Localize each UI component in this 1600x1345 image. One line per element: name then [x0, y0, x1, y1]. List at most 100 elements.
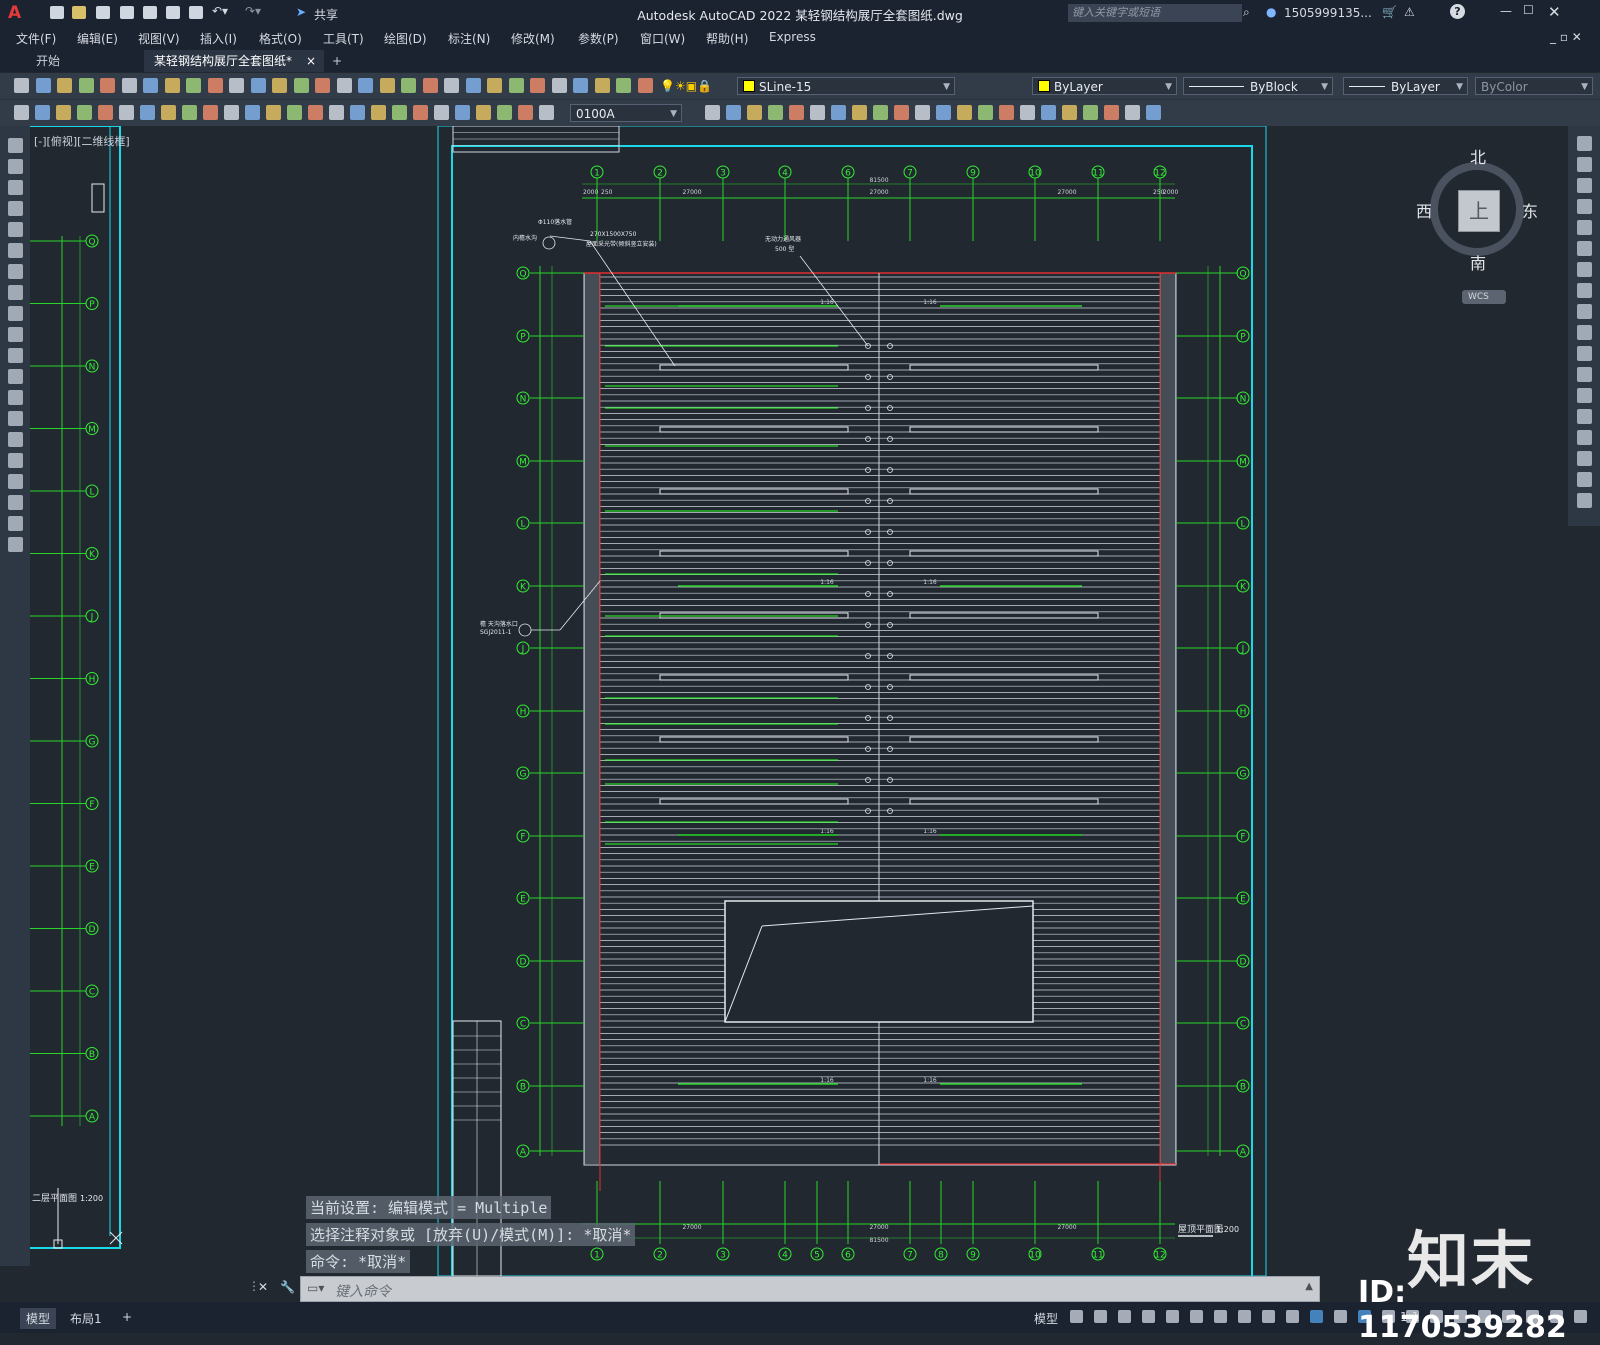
standard-tool-icon[interactable] — [573, 78, 588, 93]
modify-tool-icon[interactable] — [1577, 430, 1592, 445]
dimension-tool-icon[interactable] — [455, 105, 470, 120]
status-toggle-icon[interactable] — [1166, 1310, 1179, 1323]
menu-dimension[interactable]: 标注(N) — [448, 30, 490, 47]
close-icon[interactable]: ✕ — [1548, 3, 1561, 21]
menu-format[interactable]: 格式(O) — [259, 30, 302, 47]
modify-tool-icon[interactable] — [1577, 199, 1592, 214]
draw-tool-icon[interactable] — [8, 222, 23, 237]
status-toggle-icon[interactable] — [1094, 1310, 1107, 1323]
menu-modify[interactable]: 修改(M) — [511, 30, 555, 47]
draw-tool-icon[interactable] — [8, 369, 23, 384]
modify-tool-icon[interactable] — [747, 105, 762, 120]
standard-tool-icon[interactable] — [401, 78, 416, 93]
modify-tool-icon[interactable] — [999, 105, 1014, 120]
standard-tool-icon[interactable] — [336, 78, 352, 93]
modify-tool-icon[interactable] — [1577, 304, 1592, 319]
command-close-icon[interactable]: ✕ — [258, 1280, 268, 1294]
modify-tool-icon[interactable] — [1577, 220, 1592, 235]
tab-layout1[interactable]: 布局1 — [64, 1308, 108, 1329]
modify-tool-icon[interactable] — [1146, 105, 1161, 120]
dimension-tool-icon[interactable] — [35, 105, 50, 120]
modify-tool-icon[interactable] — [705, 105, 720, 120]
menu-parametric[interactable]: 参数(P) — [578, 30, 619, 47]
linetype-dropdown[interactable]: ByBlock ▼ — [1183, 77, 1333, 95]
standard-tool-icon[interactable] — [100, 78, 115, 93]
standard-tool-icon[interactable] — [358, 78, 373, 93]
new-tab-button[interactable]: + — [322, 50, 352, 72]
standard-tool-icon[interactable] — [487, 78, 502, 93]
menu-file[interactable]: 文件(F) — [16, 30, 56, 47]
command-customize-icon[interactable]: 🔧 — [280, 1280, 295, 1294]
draw-tool-icon[interactable] — [8, 516, 23, 531]
cad-drawing[interactable]: 1:16 1:161:16 1:161:16 1:161:16 1:161 2 3 4 6 7 9 1… — [30, 126, 1568, 1276]
draw-tool-icon[interactable] — [8, 327, 23, 342]
draw-tool-icon[interactable] — [8, 138, 23, 153]
status-toggle-icon[interactable] — [1142, 1310, 1155, 1323]
dimension-tool-icon[interactable] — [266, 105, 281, 120]
modify-tool-icon[interactable] — [1577, 157, 1592, 172]
modify-tool-icon[interactable] — [1577, 367, 1592, 382]
modify-tool-icon[interactable] — [1577, 178, 1592, 193]
modify-tool-icon[interactable] — [1577, 346, 1592, 361]
modify-tool-icon[interactable] — [1577, 241, 1592, 256]
dimension-tool-icon[interactable] — [350, 105, 365, 120]
modify-tool-icon[interactable] — [1577, 451, 1592, 466]
draw-tool-icon[interactable] — [8, 264, 23, 279]
modify-tool-icon[interactable] — [768, 105, 783, 120]
viewcube[interactable]: 上 北 南 东 西 WCS — [1416, 148, 1538, 304]
plotstyle-dropdown[interactable]: ByColor ▼ — [1475, 77, 1593, 95]
dimension-tool-icon[interactable] — [287, 105, 302, 120]
tab-close-icon[interactable]: × — [306, 50, 316, 72]
help-button[interactable]: ? — [1450, 4, 1465, 19]
standard-tool-icon[interactable] — [594, 78, 610, 93]
draw-tool-icon[interactable] — [8, 411, 23, 426]
standard-tool-icon[interactable] — [616, 78, 631, 93]
modify-tool-icon[interactable] — [1577, 493, 1592, 508]
status-toggle-icon[interactable] — [1310, 1310, 1323, 1323]
command-history-arrow-icon[interactable]: ▲ — [1305, 1281, 1313, 1292]
command-input[interactable]: ▭▾ 键入命令 ▲ — [300, 1276, 1320, 1302]
modify-tool-icon[interactable] — [957, 105, 972, 120]
dimension-tool-icon[interactable] — [371, 105, 386, 120]
modify-tool-icon[interactable] — [1104, 105, 1119, 120]
draw-tool-icon[interactable] — [8, 201, 23, 216]
tab-start[interactable]: 开始 — [26, 50, 70, 72]
menu-window[interactable]: 窗口(W) — [640, 30, 685, 47]
menu-help[interactable]: 帮助(H) — [706, 30, 748, 47]
command-prompt-icon[interactable]: ▭▾ — [307, 1281, 324, 1295]
search-input[interactable]: 键入关键字或短语 — [1068, 4, 1242, 22]
dimension-tool-icon[interactable] — [392, 105, 407, 120]
dimension-tool-icon[interactable] — [140, 105, 155, 120]
modify-tool-icon[interactable] — [1125, 105, 1140, 120]
modify-tool-icon[interactable] — [789, 105, 804, 120]
menu-view[interactable]: 视图(V) — [138, 30, 180, 47]
dimension-tool-icon[interactable] — [413, 105, 428, 120]
modify-tool-icon[interactable] — [1083, 105, 1098, 120]
dimension-tool-icon[interactable] — [161, 105, 176, 120]
cart-icon[interactable]: 🛒 — [1382, 5, 1397, 19]
modify-tool-icon[interactable] — [978, 105, 993, 120]
standard-tool-icon[interactable] — [293, 78, 309, 93]
draw-tool-icon[interactable] — [8, 306, 23, 321]
draw-tool-icon[interactable] — [8, 432, 23, 447]
modify-tool-icon[interactable] — [1577, 283, 1592, 298]
modify-tool-icon[interactable] — [1062, 105, 1077, 120]
menu-express[interactable]: Express — [769, 30, 816, 44]
dimension-tool-icon[interactable] — [56, 105, 71, 120]
standard-tool-icon[interactable] — [465, 78, 481, 93]
draw-tool-icon[interactable] — [8, 180, 23, 195]
color-dropdown[interactable]: ByLayer ▼ — [1032, 77, 1177, 95]
dimension-tool-icon[interactable] — [77, 105, 92, 120]
standard-tool-icon[interactable] — [444, 78, 459, 93]
menu-insert[interactable]: 插入(I) — [200, 30, 237, 47]
lineweight-dropdown[interactable]: ByLayer ▼ — [1343, 77, 1468, 95]
draw-tool-icon[interactable] — [8, 474, 23, 489]
dimension-tool-icon[interactable] — [434, 105, 449, 120]
menu-draw[interactable]: 绘图(D) — [384, 30, 427, 47]
menu-edit[interactable]: 编辑(E) — [77, 30, 118, 47]
status-toggle-icon[interactable] — [1334, 1310, 1347, 1323]
standard-tool-icon[interactable] — [272, 78, 287, 93]
maximize-icon[interactable]: ☐ — [1523, 3, 1534, 17]
status-toggle-icon[interactable] — [1118, 1310, 1131, 1323]
layer-dropdown[interactable]: SLine-15 ▼ — [737, 77, 955, 95]
